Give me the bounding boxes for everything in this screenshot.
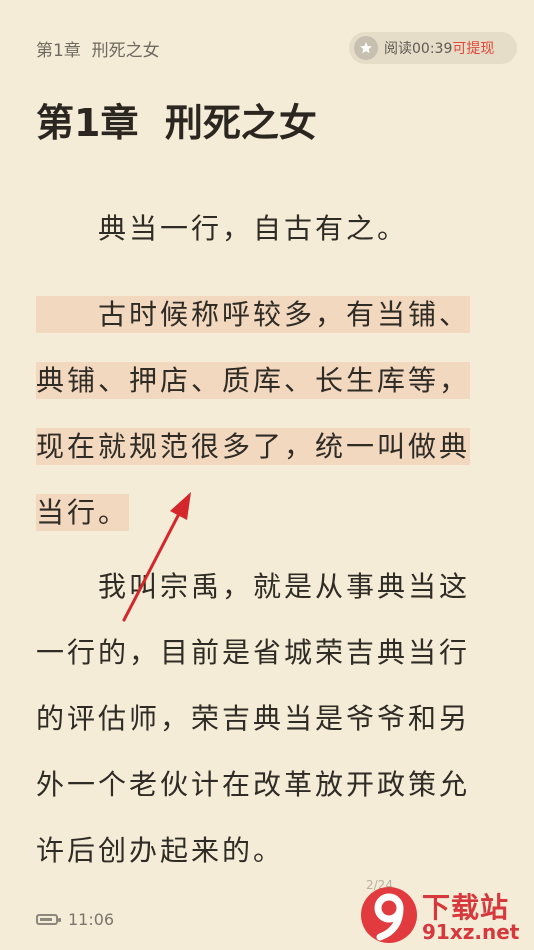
- highlight-span: 典铺、押店、质库、长生库等，: [36, 362, 471, 399]
- reading-reward-pill[interactable]: 阅读00:39 可提现: [349, 32, 517, 64]
- highlight-span: 现在就规范很多了，统一叫做典: [36, 428, 471, 465]
- text-line: 典铺、押店、质库、长生库等，: [36, 348, 506, 414]
- text-line: 古时候称呼较多，有当铺、: [36, 282, 506, 348]
- text-line: 现在就规范很多了，统一叫做典: [36, 414, 506, 480]
- text-line: 典当一行，自古有之。: [36, 212, 409, 245]
- battery-icon: [36, 914, 61, 925]
- text-line: 一行的，目前是省城荣吉典当行: [36, 636, 471, 669]
- star-icon: [354, 36, 378, 60]
- highlighted-paragraph[interactable]: 古时候称呼较多，有当铺、 典铺、押店、质库、长生库等， 现在就规范很多了，统一叫…: [36, 282, 506, 546]
- paragraph: 我叫宗禹，就是从事典当这 一行的，目前是省城荣吉典当行 的评估师，荣吉典当是爷爷…: [36, 554, 506, 884]
- text-line: 的评估师，荣吉典当是爷爷和另: [36, 702, 471, 735]
- highlight-span: 当行。: [36, 494, 130, 531]
- clock-time: 11:06: [68, 910, 115, 929]
- nine-logo-icon: [361, 887, 417, 943]
- site-watermark: 2/24 下载站 91xz.net: [358, 878, 530, 948]
- reading-time-label: 阅读00:39: [384, 41, 453, 57]
- text-line: 外一个老伙计在改革放开政策允: [36, 768, 471, 801]
- running-chapter-title: 第1章 刑死之女: [36, 41, 160, 61]
- paragraph: 典当一行，自古有之。: [36, 196, 506, 262]
- withdraw-link[interactable]: 可提现: [452, 38, 494, 58]
- text-line: 许后创办起来的。: [36, 834, 285, 867]
- highlight-span: 古时候称呼较多，有当铺、: [36, 296, 471, 333]
- text-line: 当行。: [36, 480, 506, 546]
- chapter-heading: 第1章 刑死之女: [36, 101, 317, 145]
- watermark-domain: 91xz.net: [422, 920, 520, 944]
- status-bar: 11:06: [36, 910, 114, 929]
- text-line: 我叫宗禹，就是从事典当这: [36, 570, 471, 603]
